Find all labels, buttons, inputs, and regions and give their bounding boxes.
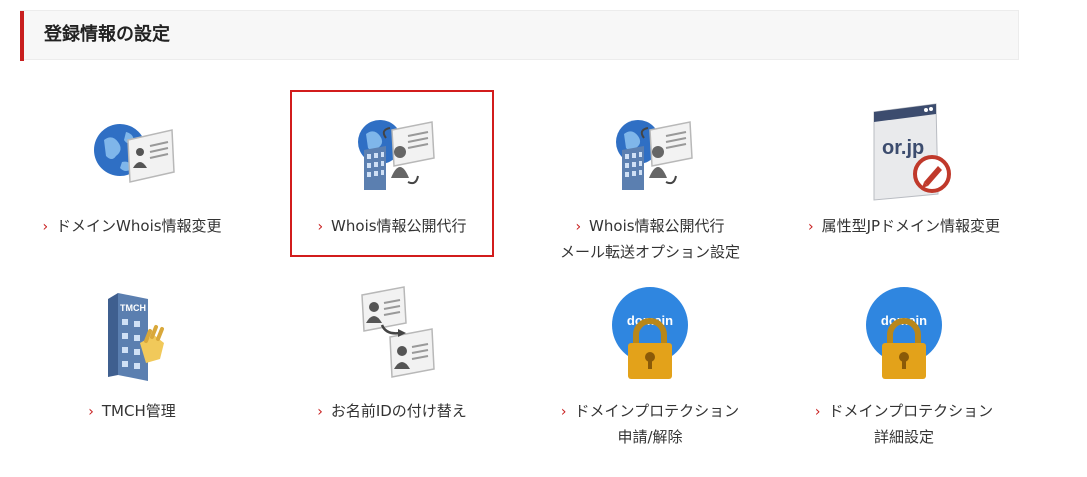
tmch-building-icon: TMCH <box>82 285 182 385</box>
chevron-right-icon: › <box>575 219 582 235</box>
building-globe-id-card-icon <box>342 102 442 202</box>
item-label: › ドメインプロテクション 申請/解除 <box>560 402 740 446</box>
item-label: › ドメインWhois情報変更 <box>42 217 222 235</box>
section-title: 登録情報の設定 <box>44 24 170 45</box>
tmch-text: TMCH <box>120 303 146 313</box>
item-label: › Whois情報公開代行 メール転送オプション設定 <box>559 217 740 261</box>
chevron-right-icon: › <box>807 219 814 235</box>
item-whois-proxy[interactable]: › Whois情報公開代行 <box>290 90 494 257</box>
item-attribute-jp-domain-change[interactable]: or.jp › 属性型JPドメイン情報変更 <box>802 90 1006 240</box>
item-label: › ドメインプロテクション 詳細設定 <box>814 402 994 446</box>
chevron-right-icon: › <box>88 404 94 420</box>
building-globe-id-card-icon <box>600 102 700 202</box>
item-label: › Whois情報公開代行 <box>317 217 467 235</box>
or-jp-edit-icon: or.jp <box>854 102 954 202</box>
item-tmch-management[interactable]: TMCH › TMCH管理 <box>30 285 234 425</box>
chevron-right-icon: › <box>317 404 323 420</box>
item-domain-protection-apply[interactable]: domain › ドメインプロテクション 申請/解除 <box>548 285 752 450</box>
item-whois-proxy-mail-forward[interactable]: › Whois情報公開代行 メール転送オプション設定 <box>548 90 752 265</box>
chevron-right-icon: › <box>560 404 567 420</box>
item-domain-protection-detail[interactable]: domain › ドメインプロテクション 詳細設定 <box>802 285 1006 450</box>
globe-id-card-icon <box>82 102 182 202</box>
item-label: › 属性型JPドメイン情報変更 <box>807 217 1001 235</box>
or-jp-text: or.jp <box>882 137 924 159</box>
domain-lock-icon: domain <box>600 285 700 385</box>
item-label: › お名前IDの付け替え <box>317 402 467 420</box>
chevron-right-icon: › <box>42 219 49 235</box>
chevron-right-icon: › <box>317 219 324 235</box>
chevron-right-icon: › <box>814 404 821 420</box>
section-header: 登録情報の設定 <box>20 10 1019 61</box>
item-onamae-id-replace[interactable]: › お名前IDの付け替え <box>290 285 494 425</box>
id-card-transfer-icon <box>342 285 442 385</box>
domain-lock-icon: domain <box>854 285 954 385</box>
section-accent-bar <box>20 11 24 61</box>
item-label: › TMCH管理 <box>88 402 176 420</box>
item-domain-whois-change[interactable]: › ドメインWhois情報変更 <box>30 90 234 240</box>
